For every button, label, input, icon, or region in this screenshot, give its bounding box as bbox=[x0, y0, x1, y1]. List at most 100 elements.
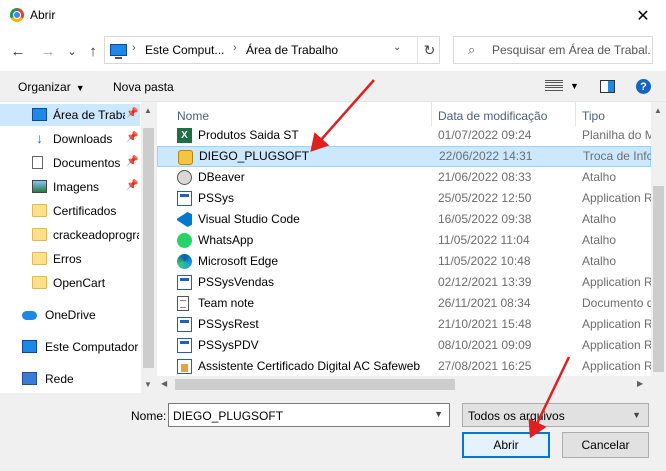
breadcrumb-item[interactable]: Este Comput... bbox=[145, 43, 224, 57]
file-type: Application Refer bbox=[582, 359, 651, 373]
view-options-icon[interactable] bbox=[545, 80, 563, 93]
file-row[interactable]: PSSysVendas 02/12/2021 13:39 Application… bbox=[157, 272, 651, 293]
file-name: PSSysRest bbox=[198, 317, 259, 331]
file-name: DIEGO_PLUGSOFT bbox=[199, 149, 310, 163]
file-date: 11/05/2022 10:48 bbox=[438, 254, 531, 268]
scrollbar-thumb[interactable] bbox=[175, 379, 455, 390]
file-list-horizontal-scrollbar[interactable]: ◀ ▶ bbox=[157, 376, 666, 393]
window-title: Abrir bbox=[30, 8, 56, 22]
chevron-down-icon[interactable]: ⌄ bbox=[393, 42, 401, 53]
forward-arrow-icon[interactable]: → bbox=[38, 41, 58, 61]
column-header-type[interactable]: Tipo bbox=[582, 109, 605, 123]
file-row[interactable]: WhatsApp 11/05/2022 11:04 Atalho bbox=[157, 230, 651, 251]
title-bar: Abrir ✕ bbox=[0, 0, 666, 31]
scroll-up-icon[interactable]: ▲ bbox=[144, 106, 152, 115]
recent-locations-icon[interactable]: ⌄ bbox=[62, 41, 82, 61]
file-row[interactable]: PSSysRest 21/10/2021 15:48 Application R… bbox=[157, 314, 651, 335]
column-header-date[interactable]: Data de modificação bbox=[438, 109, 547, 123]
navigation-bar: ← → ⌄ ↑ › Este Comput... › Área de Traba… bbox=[0, 31, 666, 71]
application-icon bbox=[177, 191, 192, 206]
folder-icon bbox=[32, 252, 47, 265]
file-list-vertical-scrollbar[interactable]: ▲ bbox=[651, 102, 666, 376]
column-divider[interactable] bbox=[431, 102, 432, 126]
file-row[interactable]: Assistente Certificado Digital AC Safewe… bbox=[157, 356, 651, 376]
file-type: Atalho bbox=[582, 170, 617, 184]
refresh-button[interactable]: ↻ bbox=[417, 37, 441, 63]
application-icon bbox=[177, 338, 192, 353]
file-date: 08/10/2021 09:09 bbox=[438, 338, 532, 352]
preview-pane-icon[interactable] bbox=[600, 80, 615, 93]
filename-label: Nome: bbox=[131, 409, 167, 423]
scrollbar-thumb[interactable] bbox=[143, 128, 154, 368]
sidebar-item-certificados[interactable]: Certificados bbox=[0, 200, 140, 222]
navigation-pane-scrollbar[interactable]: ▲ ▼ bbox=[141, 102, 156, 393]
file-row-selected[interactable]: DIEGO_PLUGSOFT 22/06/2022 14:31 Troca de… bbox=[157, 146, 651, 167]
scrollbar-thumb[interactable] bbox=[653, 186, 664, 372]
file-row[interactable]: PSSys 25/05/2022 12:50 Application Refer bbox=[157, 188, 651, 209]
scroll-left-icon[interactable]: ◀ bbox=[161, 379, 167, 388]
cancel-button[interactable]: Cancelar bbox=[562, 432, 649, 458]
file-date: 26/11/2021 08:34 bbox=[438, 296, 531, 310]
file-row[interactable]: DBeaver 21/06/2022 08:33 Atalho bbox=[157, 167, 651, 188]
sidebar-item-downloads[interactable]: ↓ Downloads 📌 bbox=[0, 128, 140, 150]
file-row[interactable]: PSSysPDV 08/10/2021 09:09 Application Re… bbox=[157, 335, 651, 356]
scroll-down-icon[interactable]: ▼ bbox=[144, 380, 152, 389]
help-icon[interactable]: ? bbox=[636, 79, 651, 94]
organize-label: Organizar bbox=[18, 80, 71, 94]
application-icon bbox=[177, 317, 192, 332]
file-date: 21/10/2021 15:48 bbox=[438, 317, 532, 331]
file-row[interactable]: Visual Studio Code 16/05/2022 09:38 Atal… bbox=[157, 209, 651, 230]
file-row[interactable]: Microsoft Edge 11/05/2022 10:48 Atalho bbox=[157, 251, 651, 272]
sidebar-item-desktop[interactable]: Área de Traba 📌 bbox=[0, 104, 140, 126]
pin-icon: 📌 bbox=[126, 180, 139, 191]
sidebar-item-crackeadoprogra[interactable]: crackeadoprogra bbox=[0, 224, 140, 246]
sidebar-item-images[interactable]: Imagens 📌 bbox=[0, 176, 140, 198]
chevron-down-icon: ▼ bbox=[632, 410, 641, 420]
filename-combobox[interactable]: ▼ bbox=[168, 403, 450, 427]
column-header-name[interactable]: Nome bbox=[177, 109, 209, 123]
sidebar-item-erros[interactable]: Erros bbox=[0, 248, 140, 270]
search-input[interactable] bbox=[492, 41, 650, 59]
sidebar-item-este-computador[interactable]: Este Computador bbox=[0, 336, 140, 358]
file-row[interactable]: Team note 26/11/2021 08:34 Documento de … bbox=[157, 293, 651, 314]
scroll-up-icon[interactable]: ▲ bbox=[654, 106, 662, 115]
open-button[interactable]: Abrir bbox=[462, 432, 550, 458]
back-arrow-icon[interactable]: ← bbox=[8, 41, 28, 61]
onedrive-icon bbox=[22, 311, 37, 320]
breadcrumb-separator-icon: › bbox=[233, 42, 237, 54]
pin-icon: 📌 bbox=[126, 108, 139, 119]
file-name: Produtos Saida ST bbox=[198, 128, 299, 142]
caret-down-icon[interactable]: ▼ bbox=[570, 81, 579, 91]
text-document-icon bbox=[177, 296, 189, 311]
file-date: 02/12/2021 13:39 bbox=[438, 275, 532, 289]
column-header-row: Nome Data de modificação Tipo bbox=[157, 102, 651, 126]
whatsapp-icon bbox=[177, 233, 192, 248]
sidebar-item-documents[interactable]: Documentos 📌 bbox=[0, 152, 140, 174]
filetype-select[interactable]: Todos os arquivos ▼ bbox=[462, 403, 649, 427]
address-bar[interactable]: › Este Comput... › Área de Trabalho ⌄ ↻ bbox=[104, 36, 440, 64]
filename-input[interactable] bbox=[173, 407, 423, 424]
scroll-right-icon[interactable]: ▶ bbox=[637, 379, 643, 388]
file-row[interactable]: X Produtos Saida ST 01/07/2022 09:24 Pla… bbox=[157, 125, 651, 146]
file-type: Atalho bbox=[582, 233, 617, 247]
sidebar-item-opencart[interactable]: OpenCart bbox=[0, 272, 140, 294]
new-folder-button[interactable]: Nova pasta bbox=[113, 80, 174, 94]
chevron-down-icon[interactable]: ▼ bbox=[434, 409, 443, 419]
sidebar-item-onedrive[interactable]: OneDrive bbox=[0, 304, 140, 326]
file-name: Team note bbox=[198, 296, 255, 310]
file-type: Application Refer bbox=[582, 191, 651, 205]
download-icon: ↓ bbox=[36, 130, 43, 146]
organize-button[interactable]: Organizar ▼ bbox=[18, 80, 85, 94]
up-arrow-icon[interactable]: ↑ bbox=[83, 41, 103, 61]
column-divider[interactable] bbox=[575, 102, 576, 126]
file-name: Visual Studio Code bbox=[198, 212, 300, 226]
breadcrumb-item[interactable]: Área de Trabalho bbox=[246, 43, 338, 57]
application-icon bbox=[177, 275, 192, 290]
file-date: 11/05/2022 11:04 bbox=[438, 233, 530, 247]
close-button[interactable]: ✕ bbox=[620, 0, 666, 31]
certificate-app-icon bbox=[177, 359, 192, 374]
search-box[interactable]: ⌕ bbox=[453, 36, 653, 64]
sidebar-item-rede[interactable]: Rede bbox=[0, 368, 140, 390]
file-name: PSSysVendas bbox=[198, 275, 275, 289]
chrome-icon bbox=[10, 8, 24, 22]
